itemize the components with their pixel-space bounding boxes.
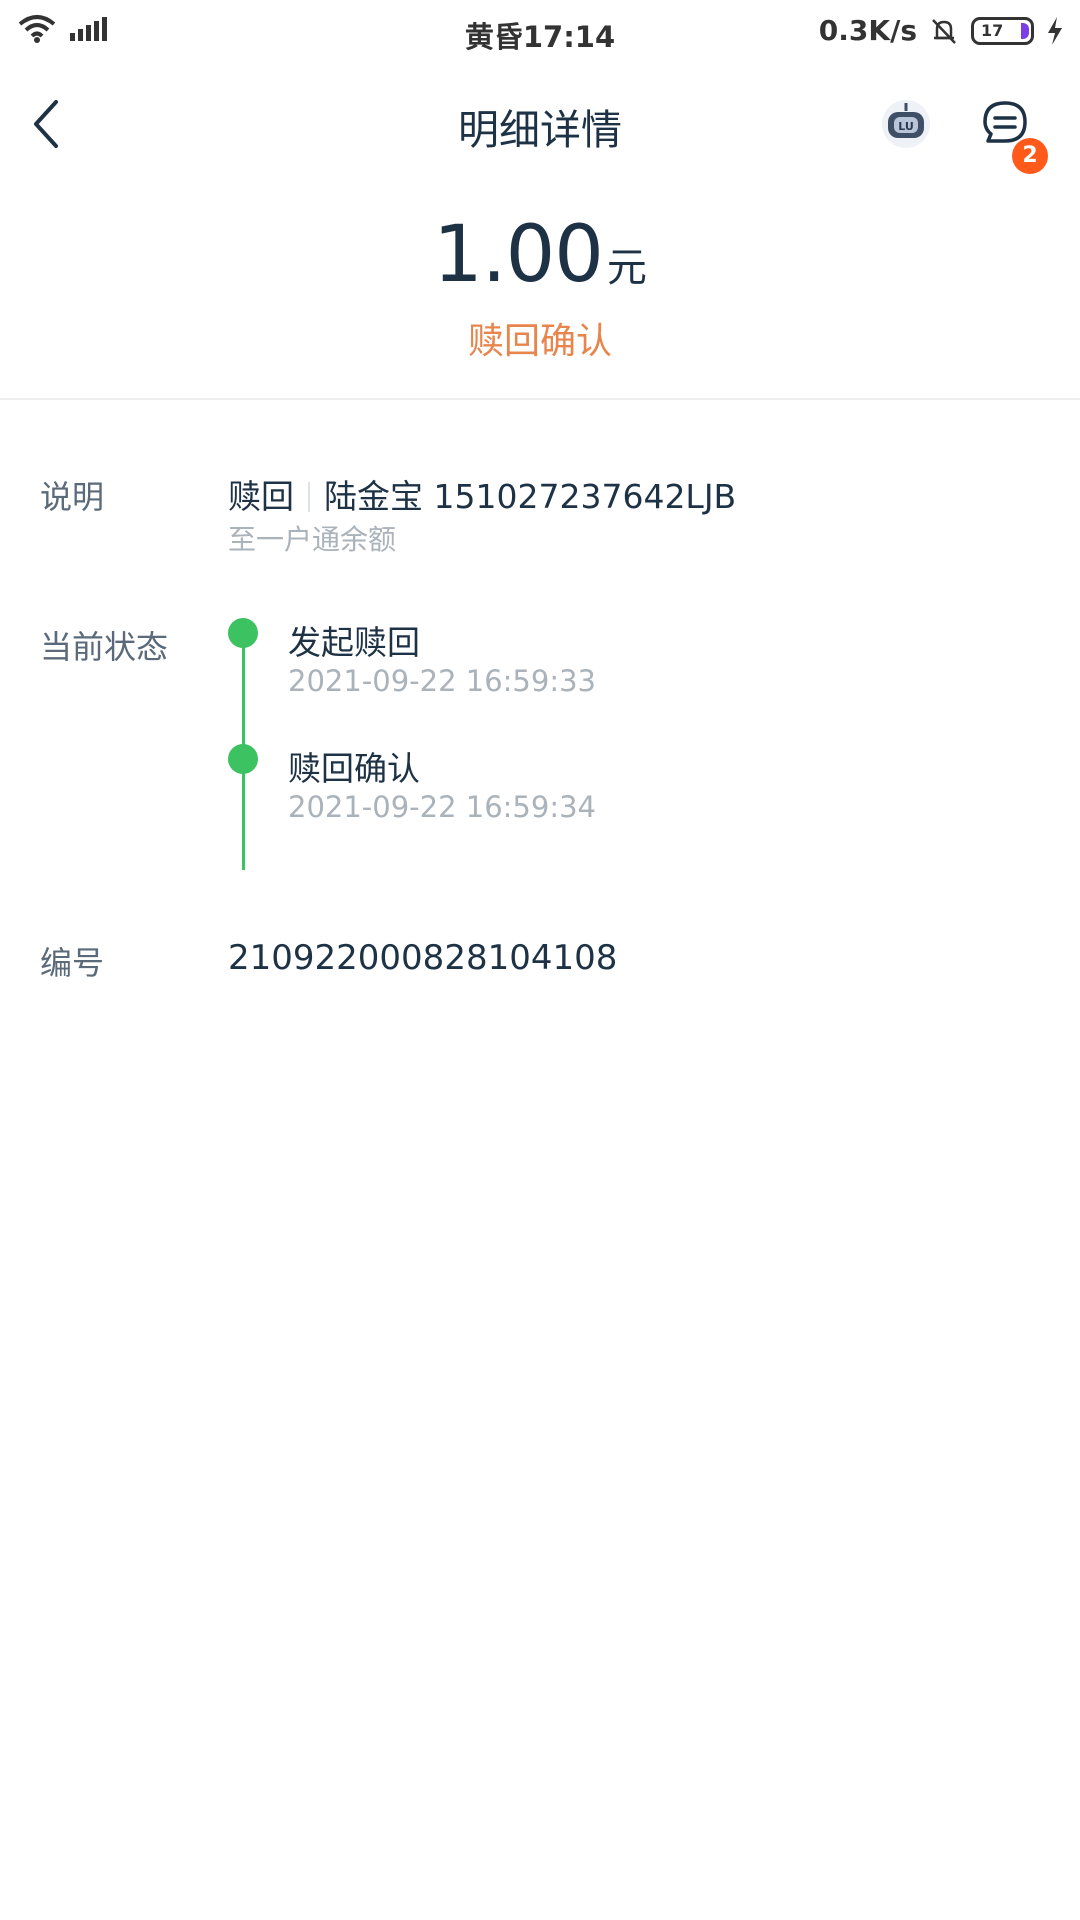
timeline-step-title: 发起赎回 [288,623,420,662]
description-product: 陆金宝 151027237642LJB [324,477,737,516]
mute-bell-icon [932,18,956,44]
charging-icon [1048,16,1062,45]
amount-value: 1.00 [433,210,604,300]
separator [308,482,310,512]
message-badge: 2 [1012,138,1048,174]
timeline-dot [228,618,258,648]
timeline-step-time: 2021-09-22 16:59:33 [288,664,596,698]
status-label: 当前状态 [40,628,169,666]
amount-summary: 1.00 元 [0,210,1080,300]
battery-level: 17 [981,20,1004,40]
network-speed: 0.3K/s [818,14,917,47]
number-label: 编号 [40,944,105,982]
battery-icon: 17 [971,16,1034,45]
nav-bar: 明细详情 LU 2 [0,62,1080,186]
status-right: 0.3K/s 17 [819,14,1064,47]
status-bar: 黄昏17:14 0.3K/s 17 [0,0,1080,62]
transaction-status: 赎回确认 [467,321,612,362]
description-label: 说明 [40,478,105,516]
robot-icon[interactable]: LU [880,98,932,150]
timeline-step-time: 2021-09-22 16:59:34 [288,790,596,824]
description-sub: 至一户通余额 [228,523,397,556]
amount-unit: 元 [606,245,647,291]
description-type: 赎回 [228,477,294,516]
divider [0,398,1080,400]
description-value: 赎回 陆金宝 151027237642LJB [228,470,736,518]
svg-text:LU: LU [898,120,914,133]
timeline-dot [228,744,258,774]
number-value: 210922000828104108 [228,938,618,978]
timeline-step-title: 赎回确认 [288,749,420,788]
